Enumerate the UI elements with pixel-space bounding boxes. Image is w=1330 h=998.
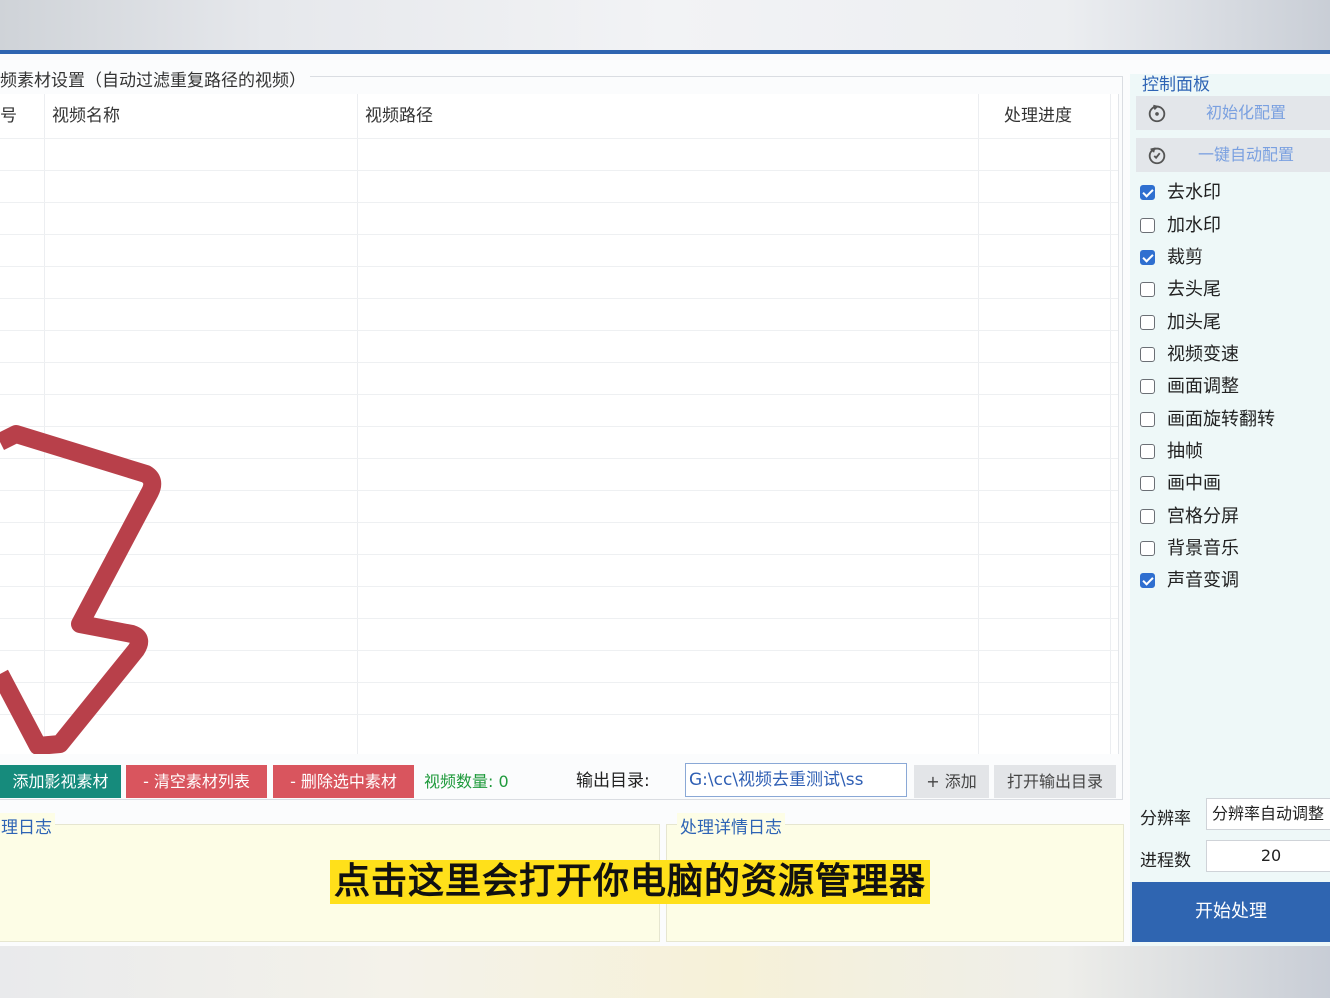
add-output-dir-button[interactable]: + 添加 [914,765,989,798]
checkbox[interactable] [1140,218,1155,233]
red-arrow-annotation [0,425,162,754]
column-header-progress[interactable]: 处理进度 [1004,94,1072,138]
column-divider [1110,94,1111,754]
output-dir-label: 输出目录: [576,771,650,791]
row-divider [0,298,1118,299]
checkbox[interactable] [1140,185,1155,200]
column-header-name[interactable]: 视频名称 [52,94,120,138]
subtitle-caption: 点击这里会打开你电脑的资源管理器 [330,860,931,904]
option-label: 抽帧 [1167,441,1203,462]
row-divider [0,170,1118,171]
option-label: 裁剪 [1167,247,1203,268]
column-header-index[interactable]: 号 [0,94,17,138]
column-header-path[interactable]: 视频路径 [365,94,433,138]
row-divider [0,330,1118,331]
row-divider [0,202,1118,203]
option-label: 加头尾 [1167,312,1221,333]
checkbox[interactable] [1140,315,1155,330]
option-label: 视频变速 [1167,344,1239,365]
checkbox[interactable] [1140,412,1155,427]
delete-selected-material-button[interactable]: - 删除选中素材 [273,765,414,798]
option-label: 声音变调 [1167,570,1239,591]
init-config-button[interactable]: 初始化配置 [1136,96,1330,130]
resolution-select[interactable]: 分辨率自动调整 [1206,798,1330,830]
background-blur-top [0,0,1330,50]
row-divider [0,266,1118,267]
row-divider [0,138,1118,139]
detail-log-title: 处理详情日志 [677,813,785,838]
app-window: 频素材设置（自动过滤重复路径的视频） 号 视频名称 视频路径 处理进度 添加影视… [0,50,1330,950]
row-divider [0,394,1118,395]
process-count-input[interactable]: 20 [1206,840,1330,872]
checkbox[interactable] [1140,573,1155,588]
checkbox[interactable] [1140,444,1155,459]
checkbox[interactable] [1140,379,1155,394]
resolution-label: 分辨率 [1140,809,1191,829]
init-config-label: 初始化配置 [1206,103,1287,122]
start-processing-button[interactable]: 开始处理 [1132,882,1330,942]
auto-config-icon [1148,147,1166,165]
checkbox[interactable] [1140,541,1155,556]
option-label: 画面旋转翻转 [1167,409,1275,430]
checkbox[interactable] [1140,509,1155,524]
auto-config-label: 一键自动配置 [1198,145,1295,164]
control-panel-title: 控制面板 [1142,75,1210,95]
control-panel: 控制面板 初始化配置 一键自动配置 去水印 加水印 裁剪 去头尾 加头尾 视频变… [1130,74,1330,950]
option-label: 去水印 [1167,182,1221,203]
material-group-title: 频素材设置（自动过滤重复路径的视频） [0,66,310,91]
background-blur-bottom [0,946,1330,998]
column-divider [357,94,358,754]
video-count-label: 视频数量: 0 [424,772,509,791]
option-label: 去头尾 [1167,279,1221,300]
option-label: 宫格分屏 [1167,506,1239,527]
auto-config-button[interactable]: 一键自动配置 [1136,138,1330,172]
reset-icon [1148,104,1166,123]
output-dir-input[interactable]: G:\cc\视频去重测试\ss [685,763,907,797]
option-label: 画面调整 [1167,376,1239,397]
row-divider [0,362,1118,363]
checkbox[interactable] [1140,282,1155,297]
add-material-button[interactable]: 添加影视素材 [0,765,121,798]
option-label: 画中画 [1167,473,1221,494]
row-divider [0,234,1118,235]
option-label: 背景音乐 [1167,538,1239,559]
option-label: 加水印 [1167,215,1221,236]
checkbox[interactable] [1140,347,1155,362]
open-output-dir-button[interactable]: 打开输出目录 [994,765,1116,798]
clear-material-list-button[interactable]: - 清空素材列表 [126,765,267,798]
checkbox[interactable] [1140,250,1155,265]
checkbox[interactable] [1140,476,1155,491]
process-log-title: 理日志 [0,813,55,838]
column-divider [978,94,979,754]
process-count-label: 进程数 [1140,851,1191,871]
